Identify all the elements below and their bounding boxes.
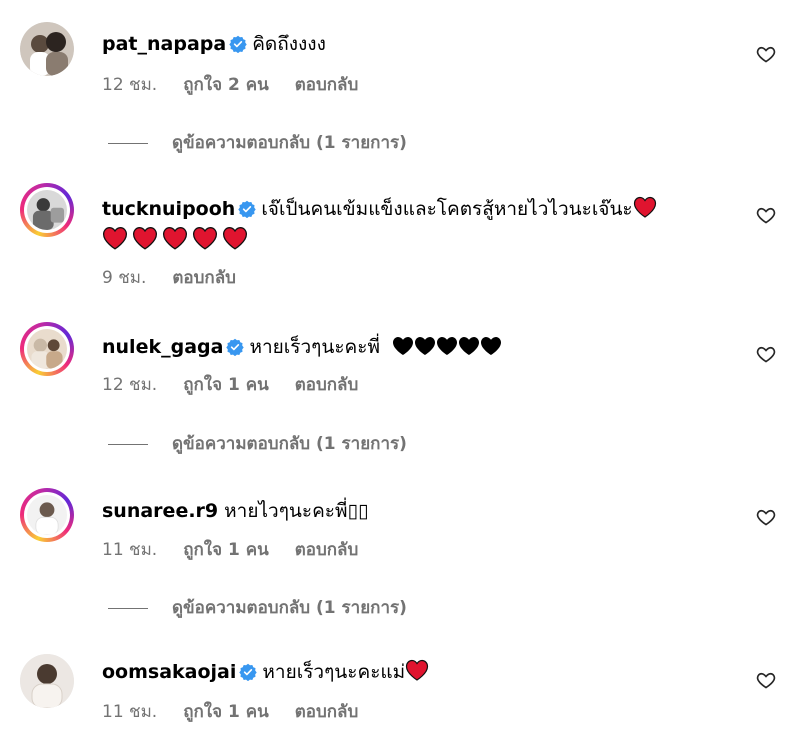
username[interactable]: sunaree.r9	[102, 500, 218, 522]
red-heart-emoji	[132, 227, 158, 250]
likes-count[interactable]: ถูกใจ 1 คน	[183, 702, 269, 722]
red-heart-emoji	[192, 227, 218, 250]
username[interactable]: nulek_gaga	[102, 336, 223, 358]
reply-button[interactable]: ตอบกลับ	[172, 268, 236, 288]
view-replies-label: ดูข้อความตอบกลับ (1 รายการ)	[172, 133, 407, 153]
avatar-photo	[20, 654, 74, 708]
avatar[interactable]	[20, 654, 74, 708]
avatar	[24, 492, 70, 538]
verified-badge-icon	[226, 337, 245, 363]
reply-button[interactable]: ตอบกลับ	[295, 702, 359, 722]
comment-text: หายเร็วๆนะคะพี่	[249, 336, 380, 358]
likes-count[interactable]: ถูกใจ 2 คน	[183, 75, 269, 95]
timestamp: 11 ชม.	[102, 540, 158, 560]
emoji-heart-row: ❤❤❤❤❤	[102, 226, 252, 254]
comment-meta: 11 ชม. ถูกใจ 1 คน ตอบกลับ	[102, 539, 384, 561]
red-heart-emoji	[222, 227, 248, 250]
username[interactable]: pat_napapa	[102, 33, 226, 55]
reply-button[interactable]: ตอบกลับ	[295, 75, 359, 95]
heart-icon[interactable]	[756, 344, 776, 364]
view-replies-button[interactable]: ดูข้อความตอบกลับ (1 รายการ)	[108, 597, 407, 619]
heart-icon[interactable]	[756, 205, 776, 225]
avatar-photo	[20, 22, 74, 76]
divider-line	[108, 607, 148, 609]
avatar	[24, 187, 70, 233]
timestamp: 9 ชม.	[102, 268, 147, 288]
view-replies-label: ดูข้อความตอบกลับ (1 รายการ)	[172, 434, 407, 454]
divider-line	[108, 443, 148, 445]
heart-icon[interactable]	[756, 670, 776, 690]
comment-line: pat_napapa คิดถึงงงง	[102, 31, 326, 60]
likes-count[interactable]: ถูกใจ 1 คน	[183, 375, 269, 395]
timestamp: 12 ชม.	[102, 75, 158, 95]
verified-badge-icon	[229, 34, 247, 60]
reply-button[interactable]: ตอบกลับ	[295, 375, 359, 395]
avatar[interactable]	[20, 22, 74, 76]
reply-button[interactable]: ตอบกลับ	[295, 540, 359, 560]
red-heart-emoji	[162, 227, 188, 250]
divider-line	[108, 142, 148, 144]
comment-meta: 11 ชม. ถูกใจ 1 คน ตอบกลับ	[102, 701, 384, 723]
avatar-story-ring[interactable]	[20, 488, 74, 542]
verified-badge-icon	[239, 662, 258, 688]
avatar-photo	[27, 329, 67, 369]
comment-text: หายไวๆนะคะพี่▯▯	[224, 500, 369, 522]
timestamp: 12 ชม.	[102, 375, 158, 395]
avatar-story-ring[interactable]	[20, 322, 74, 376]
red-heart-emoji	[102, 227, 128, 250]
view-replies-button[interactable]: ดูข้อความตอบกลับ (1 รายการ)	[108, 433, 407, 455]
heart-icon[interactable]	[756, 507, 776, 527]
red-heart-emoji	[405, 659, 429, 683]
heart-icon[interactable]	[756, 44, 776, 64]
comment-meta: 12 ชม. ถูกใจ 1 คน ตอบกลับ	[102, 374, 384, 396]
comment-line: sunaree.r9 หายไวๆนะคะพี่▯▯	[102, 498, 368, 524]
comment-text: เจ๊เป็นคนเข้มแข็งและโคตรสู้หายไวไวนะเจ๊น…	[261, 198, 633, 220]
avatar-photo	[27, 190, 67, 230]
comment-line: oomsakaojai หายเร็วๆนะคะแม่	[102, 659, 429, 688]
avatar-photo	[27, 495, 67, 535]
username[interactable]: oomsakaojai	[102, 661, 236, 683]
comment-text: คิดถึงงงง	[252, 33, 326, 55]
comment-meta: 9 ชม. ตอบกลับ	[102, 267, 262, 289]
comment-text: หายเร็วๆนะคะแม่	[262, 661, 406, 683]
verified-badge-icon	[238, 199, 257, 225]
red-heart-emoji	[633, 196, 657, 220]
view-replies-label: ดูข้อความตอบกลับ (1 รายการ)	[172, 598, 407, 618]
likes-count[interactable]: ถูกใจ 1 คน	[183, 540, 269, 560]
comment-line: tucknuipooh เจ๊เป็นคนเข้มแข็งและโคตรสู้หา…	[102, 196, 657, 225]
username[interactable]: tucknuipooh	[102, 198, 235, 220]
view-replies-button[interactable]: ดูข้อความตอบกลับ (1 รายการ)	[108, 132, 407, 154]
avatar	[24, 326, 70, 372]
comment-line: nulek_gagaหายเร็วๆนะคะพี่ 🖤🖤🖤🖤🖤	[102, 334, 502, 363]
black-hearts-emoji	[392, 336, 502, 358]
timestamp: 11 ชม.	[102, 702, 158, 722]
comment-meta: 12 ชม. ถูกใจ 2 คน ตอบกลับ	[102, 74, 384, 96]
avatar-story-ring[interactable]	[20, 183, 74, 237]
